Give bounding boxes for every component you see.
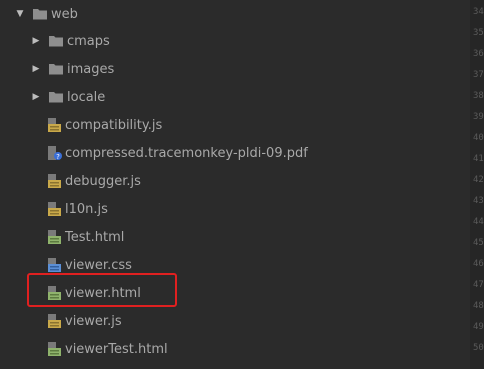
line-number: 42 xyxy=(473,175,484,185)
tree-item-test-html[interactable]: Test.html xyxy=(46,223,124,251)
tree-item-label: l10n.js xyxy=(65,201,108,217)
css-file-icon xyxy=(46,257,62,273)
project-tree: ▼ web ▶ cmaps ▶ images ▶ locale compatib… xyxy=(0,0,470,369)
tree-item-images[interactable]: ▶ images xyxy=(30,55,115,83)
line-number: 38 xyxy=(473,91,484,101)
line-number: 34 xyxy=(473,7,484,17)
js-file-icon xyxy=(46,313,62,329)
tree-item-label: compatibility.js xyxy=(65,117,163,133)
tree-item-label: compressed.tracemonkey-pldi-09.pdf xyxy=(65,145,308,161)
tree-item-label: viewer.js xyxy=(65,313,122,329)
line-number: 37 xyxy=(473,70,484,80)
tree-item-web[interactable]: ▼ web xyxy=(14,0,78,28)
line-number: 49 xyxy=(473,322,484,332)
tree-item-cmaps[interactable]: ▶ cmaps xyxy=(30,27,110,55)
line-number: 35 xyxy=(473,28,484,38)
tree-item-viewer-js[interactable]: viewer.js xyxy=(46,307,122,335)
html-file-icon xyxy=(46,229,62,245)
tree-item-l10n-js[interactable]: l10n.js xyxy=(46,195,108,223)
unknown-file-icon: ? xyxy=(46,145,62,161)
line-number: 50 xyxy=(473,343,484,353)
chevron-right-icon[interactable]: ▶ xyxy=(30,92,42,102)
line-number: 36 xyxy=(473,49,484,59)
tree-item-viewer-html[interactable]: viewer.html xyxy=(46,279,141,307)
tree-item-label: viewerTest.html xyxy=(65,341,168,357)
chevron-down-icon[interactable]: ▼ xyxy=(14,9,26,19)
line-number: 46 xyxy=(473,259,484,269)
chevron-right-icon[interactable]: ▶ xyxy=(30,36,42,46)
tree-item-label: viewer.css xyxy=(65,257,132,273)
tree-item-compatibility-js[interactable]: compatibility.js xyxy=(46,111,162,139)
line-number: 41 xyxy=(473,154,484,164)
html-file-icon xyxy=(46,285,62,301)
js-file-icon xyxy=(46,117,62,133)
tree-item-label: web xyxy=(51,6,78,22)
line-number: 45 xyxy=(473,238,484,248)
tree-item-viewertest-html[interactable]: viewerTest.html xyxy=(46,335,168,363)
tree-item-label: debugger.js xyxy=(65,173,141,189)
js-file-icon xyxy=(46,201,62,217)
folder-icon xyxy=(48,89,64,105)
line-number: 44 xyxy=(473,217,484,227)
line-number: 48 xyxy=(473,301,484,311)
line-number-gutter: 34 35 36 37 38 39 40 41 42 43 44 45 46 4… xyxy=(470,0,484,369)
line-number: 43 xyxy=(473,196,484,206)
line-number: 40 xyxy=(473,133,484,143)
tree-item-debugger-js[interactable]: debugger.js xyxy=(46,167,141,195)
chevron-right-icon[interactable]: ▶ xyxy=(30,64,42,74)
tree-item-locale[interactable]: ▶ locale xyxy=(30,83,106,111)
svg-text:?: ? xyxy=(56,153,60,161)
tree-item-label: viewer.html xyxy=(65,285,141,301)
folder-icon xyxy=(32,6,48,22)
line-number: 39 xyxy=(473,112,484,122)
tree-item-label: images xyxy=(67,61,115,77)
tree-item-label: locale xyxy=(67,89,106,105)
js-file-icon xyxy=(46,173,62,189)
folder-icon xyxy=(48,33,64,49)
tree-item-viewer-css[interactable]: viewer.css xyxy=(46,251,132,279)
tree-item-compressed-pdf[interactable]: ? compressed.tracemonkey-pldi-09.pdf xyxy=(46,139,308,167)
tree-item-label: cmaps xyxy=(67,33,110,49)
tree-item-label: Test.html xyxy=(65,229,125,245)
line-number: 47 xyxy=(473,280,484,290)
folder-icon xyxy=(48,61,64,77)
html-file-icon xyxy=(46,341,62,357)
